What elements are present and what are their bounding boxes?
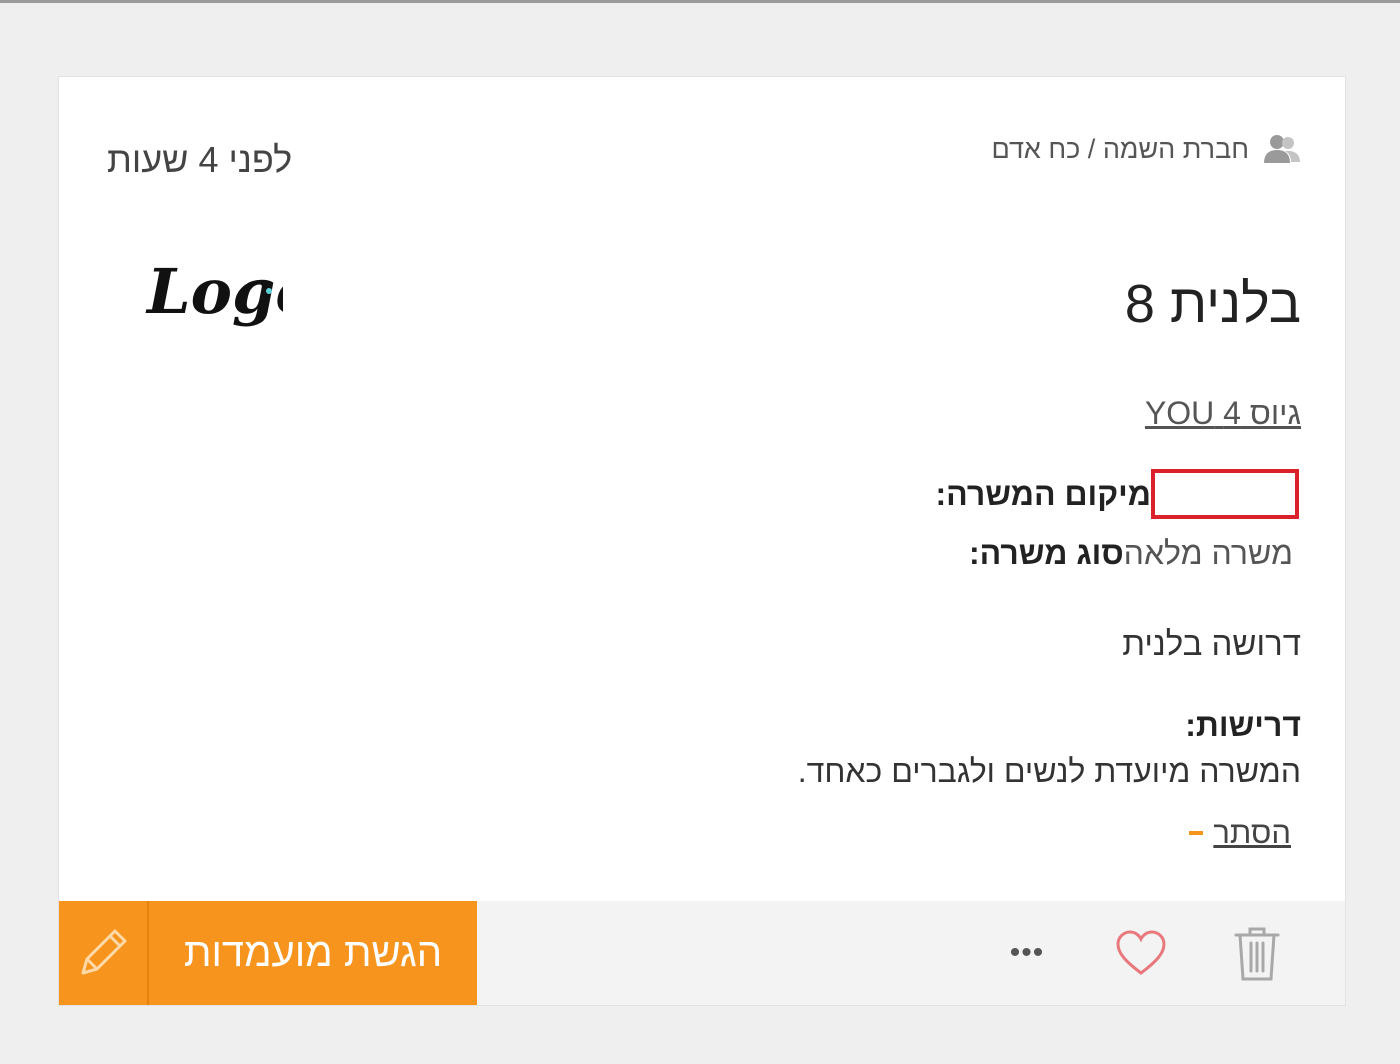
card-footer: הגשת מועמדות ••• (59, 901, 1345, 1005)
logo-text: Logo (145, 255, 283, 328)
heart-icon[interactable] (1113, 923, 1169, 983)
hide-link[interactable]: הסתר (1189, 815, 1291, 851)
job-category: חברת השמה / כח אדם (991, 133, 1301, 165)
requirements-label: דרישות: (1185, 707, 1301, 743)
minus-icon (1189, 831, 1204, 835)
location-label: מיקום המשרה: (935, 475, 1151, 512)
requirements-text: המשרה מיועדת לנשים ולגברים כאחד. (797, 753, 1301, 789)
job-type-row: סוג משרה: משרה מלאה (969, 535, 1301, 572)
apply-label: הגשת מועמדות (183, 930, 443, 975)
company-link[interactable]: גיוס 4 YOU (1145, 395, 1301, 432)
job-title[interactable]: בלנית 8 (1125, 273, 1301, 335)
redacted-location (1151, 469, 1299, 519)
top-border (0, 0, 1400, 3)
users-icon (1263, 133, 1301, 165)
pencil-icon (59, 901, 149, 1005)
hide-label: הסתר (1213, 815, 1291, 850)
trash-icon[interactable] (1229, 923, 1285, 983)
job-card: חברת השמה / כח אדם לפני 4 שעות Logo בלני… (58, 76, 1346, 1006)
category-label: חברת השמה / כח אדם (991, 133, 1249, 164)
company-logo: Logo (143, 225, 317, 365)
posted-time: לפני 4 שעות (107, 139, 293, 180)
location-row: מיקום המשרה: (936, 469, 1301, 519)
job-type-value: משרה מלאה (1123, 535, 1293, 571)
job-description: דרושה בלנית (1122, 625, 1301, 662)
more-options-icon[interactable]: ••• (1005, 923, 1049, 983)
apply-button[interactable]: הגשת מועמדות (59, 901, 477, 1005)
job-type-label: סוג משרה: (968, 535, 1124, 571)
